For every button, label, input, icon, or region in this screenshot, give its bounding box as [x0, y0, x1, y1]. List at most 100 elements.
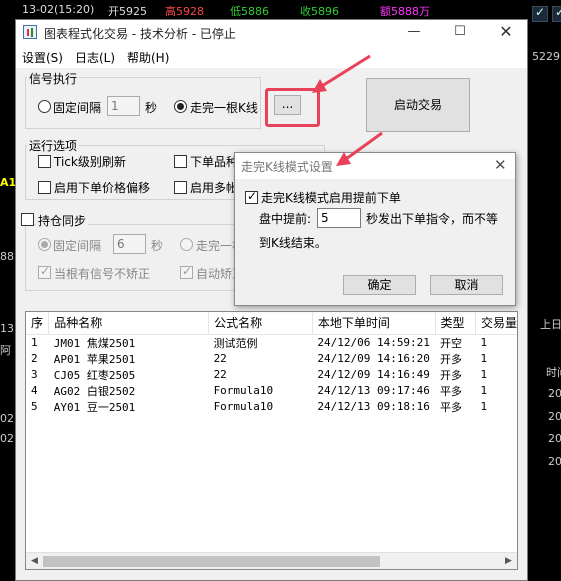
bg-fragment: 02 — [0, 432, 14, 445]
scroll-thumb[interactable] — [43, 556, 380, 567]
dialog-close-icon[interactable]: ✕ — [494, 156, 507, 174]
table-cell: 24/12/09 14:16:20 — [317, 352, 430, 365]
tick-refresh-label: Tick级别刷新 — [54, 155, 126, 169]
table-cell: 测试范例 — [213, 336, 258, 350]
multi-account-label: 启用多帐 — [190, 181, 239, 195]
menu-settings[interactable]: 设置(S) — [22, 49, 63, 66]
table-cell: JM01 焦煤2501 — [53, 336, 136, 350]
no-correct-label: 当根有信号不矫正 — [54, 267, 151, 281]
table-cell: 5 — [31, 400, 38, 413]
table-row[interactable]: 2 AP01 苹果2501 22 24/12/09 14:16:20 开多 1 — [26, 351, 517, 367]
bg-fragment: 88 — [0, 250, 14, 263]
table-cell: 开多 — [440, 368, 463, 382]
minimize-icon[interactable]: — — [391, 20, 437, 46]
table-row[interactable]: 4 AG02 白银2502 Formula10 24/12/13 09:17:46 平多… — [26, 383, 517, 399]
bg-fragment: 阿 — [0, 344, 11, 357]
col-order-time[interactable]: 本地下单时间 — [312, 312, 436, 335]
table-cell: Formula10 — [213, 400, 274, 413]
col-index[interactable]: 序 — [26, 312, 50, 335]
horizontal-scrollbar[interactable]: ◀ ▶ — [26, 552, 517, 569]
table-cell: 24/12/06 14:59:21 — [317, 336, 430, 349]
seconds-label: 秒 — [145, 101, 158, 115]
bg-fragment: A1 — [0, 176, 17, 189]
advance-order-label: 走完K线模式启用提前下单 — [261, 191, 401, 205]
table-cell: AP01 苹果2501 — [53, 352, 136, 366]
table-cell: 1 — [480, 368, 488, 381]
col-type[interactable]: 类型 — [435, 312, 476, 335]
table-row[interactable]: 5 AY01 豆一2501 Formula10 24/12/13 09:18:16 平多… — [26, 399, 517, 415]
no-correct-checkbox[interactable] — [38, 264, 51, 279]
scroll-left-icon[interactable]: ◀ — [26, 553, 43, 569]
table-cell: 2 — [31, 352, 38, 365]
table-cell: CJ05 红枣2505 — [53, 368, 136, 382]
menu-log[interactable]: 日志(L) — [75, 49, 115, 66]
title-bar[interactable]: 图表程式化交易 - 技术分析 - 已停止 — ☐ ✕ — [16, 20, 527, 46]
tick-refresh-checkbox[interactable] — [38, 155, 51, 168]
bg-fragment: 20 — [548, 387, 561, 400]
advance-seconds-input[interactable]: 5 — [317, 208, 361, 228]
table-cell: 4 — [31, 384, 38, 397]
scroll-right-icon[interactable]: ▶ — [500, 553, 517, 569]
run-options-label: 运行选项 — [27, 137, 80, 154]
position-sync-checkbox[interactable] — [21, 213, 34, 226]
table-cell: 开空 — [440, 336, 463, 350]
bg-fragment: 20 — [548, 455, 561, 468]
table-cell: 平多 — [440, 384, 463, 398]
maximize-icon[interactable]: ☐ — [437, 20, 483, 46]
table-cell: 开多 — [440, 352, 463, 366]
sync-kline-radio[interactable] — [180, 238, 193, 251]
fixed-interval-input[interactable]: 1 — [107, 96, 140, 116]
order-table: 序 品种名称 公式名称 本地下单时间 类型 交易量 1 JM01 焦煤2501 测试… — [25, 311, 518, 570]
table-row[interactable]: 1 JM01 焦煤2501 测试范例 24/12/06 14:59:21 开空 1 — [26, 334, 517, 351]
chart-app-icon — [23, 25, 37, 39]
start-trading-button[interactable]: 启动交易 — [366, 78, 470, 132]
fixed-interval-radio[interactable] — [38, 100, 51, 113]
table-cell: 1 — [480, 352, 488, 365]
sync-interval-input[interactable]: 6 — [113, 234, 146, 254]
bg-checkbox[interactable] — [532, 5, 548, 22]
bg-fragment: 5229 — [532, 50, 560, 63]
table-cell: 24/12/13 09:18:16 — [317, 400, 430, 413]
advance-order-checkbox[interactable] — [245, 189, 258, 204]
menu-bar: 设置(S) 日志(L) 帮助(H) — [16, 46, 527, 68]
col-formula[interactable]: 公式名称 — [208, 312, 313, 335]
col-volume[interactable]: 交易量 — [475, 312, 517, 335]
table-cell: 24/12/09 14:16:49 — [317, 368, 430, 381]
table-cell: 24/12/13 09:17:46 — [317, 384, 430, 397]
advance-label: 盘中提前: — [259, 212, 312, 226]
table-cell: AG02 白银2502 — [53, 384, 136, 398]
col-symbol[interactable]: 品种名称 — [48, 312, 210, 335]
bg-fragment: 低5886 — [230, 5, 269, 18]
bg-fragment: 02 — [0, 412, 14, 425]
price-offset-label: 启用下单价格偏移 — [54, 181, 151, 195]
dialog-title: 走完K线模式设置 — [241, 160, 333, 174]
bg-fragment: 额5888万 — [380, 5, 430, 18]
auto-correct-checkbox[interactable] — [180, 264, 193, 279]
signal-group-label: 信号执行 — [27, 70, 80, 87]
order-symbol-checkbox[interactable] — [174, 155, 187, 168]
order-symbol-label: 下单品种 — [190, 155, 239, 169]
table-cell: 22 — [213, 352, 227, 365]
cancel-button[interactable]: 取消 — [430, 275, 503, 295]
multi-account-checkbox[interactable] — [174, 181, 187, 194]
table-cell: 1 — [31, 336, 38, 349]
advance-suffix: 秒发出下单指令，而不等 — [366, 212, 499, 226]
price-offset-checkbox[interactable] — [38, 181, 51, 194]
table-row[interactable]: 3 CJ05 红枣2505 22 24/12/09 14:16:49 开多 1 — [26, 367, 517, 383]
table-cell: 平多 — [440, 400, 463, 414]
table-cell: Formula10 — [213, 384, 274, 397]
ok-button[interactable]: 确定 — [343, 275, 416, 295]
position-sync-label: 持仓同步 — [36, 212, 89, 229]
sync-fixed-interval-radio[interactable] — [38, 238, 51, 251]
background-chart-right: 5229 上日 时间 20 20 20 20 — [528, 0, 561, 581]
bg-fragment: 13-02(15:20) — [22, 3, 95, 16]
sync-seconds-label: 秒 — [151, 239, 164, 253]
menu-help[interactable]: 帮助(H) — [127, 49, 169, 66]
bg-fragment: 20 — [548, 432, 561, 445]
close-icon[interactable]: ✕ — [483, 20, 529, 46]
bg-checkbox[interactable] — [552, 5, 561, 22]
bg-fragment: 时间 — [546, 366, 561, 379]
highlight-box — [265, 88, 320, 127]
dialog-title-bar[interactable]: 走完K线模式设置 ✕ — [235, 153, 515, 179]
kline-radio[interactable] — [174, 100, 187, 113]
